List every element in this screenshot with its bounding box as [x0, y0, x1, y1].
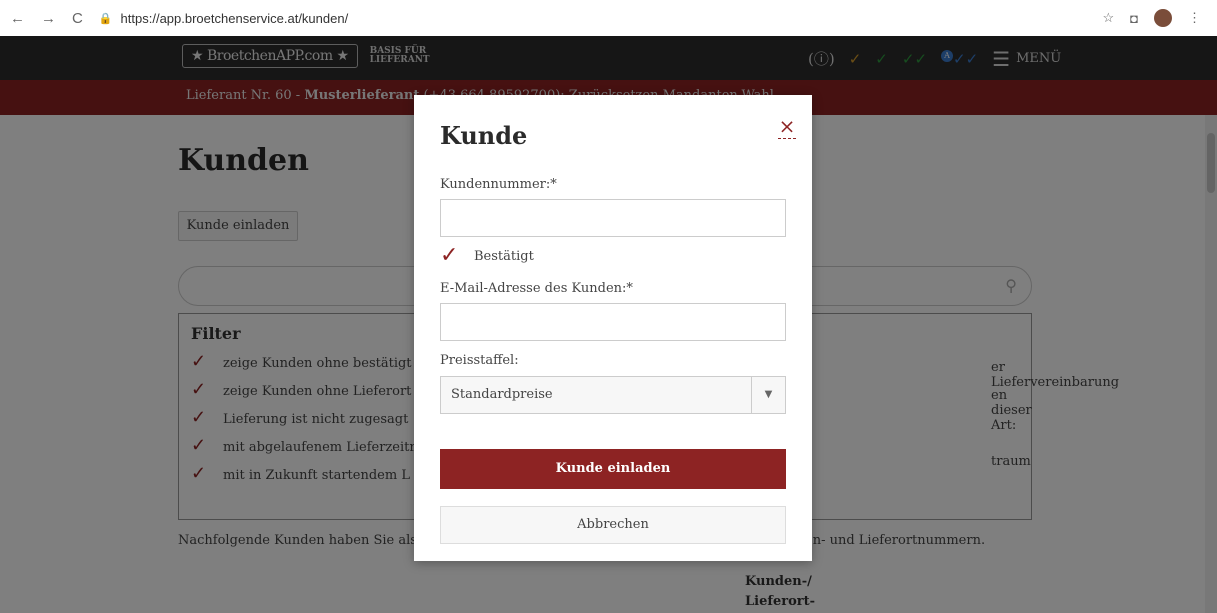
price-tier-select[interactable]: Standardpreise ▼: [440, 376, 786, 414]
close-icon[interactable]: ×: [778, 116, 796, 139]
url-text: https://app.broetchenservice.at/kunden/: [120, 10, 349, 26]
reload-icon[interactable]: C: [72, 10, 83, 27]
cancel-button[interactable]: Abbrechen: [440, 506, 786, 544]
lock-icon: 🔒: [98, 12, 113, 25]
kebab-menu-icon[interactable]: ⋮: [1188, 10, 1201, 26]
camera-icon[interactable]: ◘: [1130, 11, 1138, 26]
price-tier-label: Preisstaffel:: [440, 353, 519, 368]
browser-toolbar: ← → C 🔒 https://app.broetchenservice.at/…: [0, 0, 1217, 36]
address-bar[interactable]: 🔒 https://app.broetchenservice.at/kunden…: [99, 11, 348, 26]
email-label: E-Mail-Adresse des Kunden:*: [440, 281, 633, 296]
avatar[interactable]: [1154, 9, 1172, 27]
customer-dialog: Kunde × Kundennummer:* ✓ Bestätigt E-Mai…: [414, 95, 812, 561]
star-icon[interactable]: ☆: [1102, 10, 1114, 26]
confirmed-checkbox[interactable]: ✓ Bestätigt: [440, 245, 534, 267]
email-field[interactable]: [440, 303, 786, 341]
back-arrow-icon[interactable]: ←: [10, 10, 25, 27]
browser-actions: ☆ ◘ ⋮: [1102, 9, 1217, 27]
chevron-down-icon[interactable]: ▼: [751, 377, 785, 413]
checkmark-icon: ✓: [440, 243, 459, 268]
forward-arrow-icon[interactable]: →: [41, 10, 56, 27]
invite-customer-submit-button[interactable]: Kunde einladen: [440, 449, 786, 489]
confirmed-label: Bestätigt: [474, 248, 534, 264]
browser-nav: ← → C: [0, 10, 83, 27]
customer-number-field[interactable]: [440, 199, 786, 237]
dialog-title: Kunde: [440, 121, 528, 150]
customer-number-label: Kundennummer:*: [440, 177, 557, 192]
price-tier-value: Standardpreise: [451, 387, 553, 402]
